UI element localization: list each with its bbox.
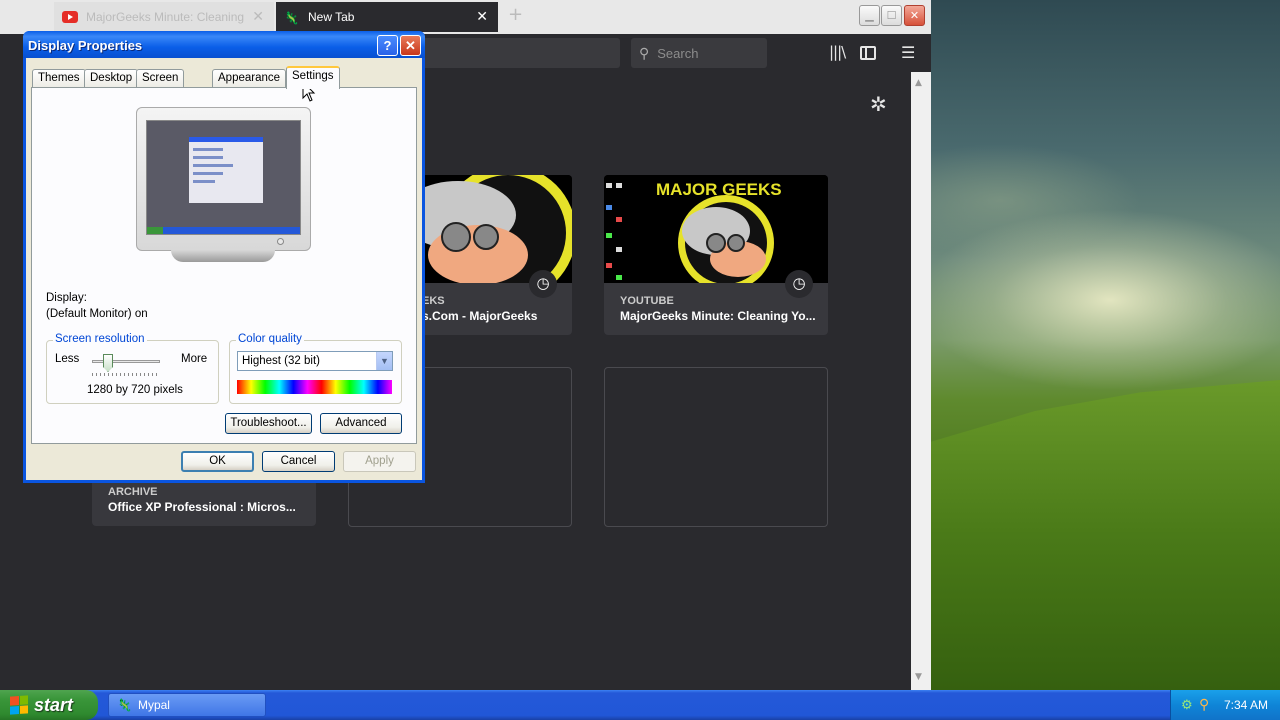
close-icon[interactable]: ✕ bbox=[476, 8, 488, 25]
monitor-screen bbox=[146, 120, 301, 235]
sidebar-icon[interactable] bbox=[860, 46, 876, 60]
tile-site: ARCHIVE bbox=[108, 486, 158, 498]
close-icon[interactable]: ✕ bbox=[252, 8, 264, 25]
dialog-titlebar[interactable]: Display Properties ? ✕ bbox=[23, 31, 425, 58]
troubleshoot-button[interactable]: Troubleshoot... bbox=[225, 413, 312, 434]
empty-site-tile[interactable] bbox=[604, 367, 828, 527]
tab-title: MajorGeeks Minute: Cleaning bbox=[86, 10, 245, 24]
tile-site: YOUTUBE bbox=[620, 295, 674, 307]
url-bar[interactable] bbox=[420, 38, 620, 68]
tab-desktop[interactable]: Desktop bbox=[84, 69, 139, 88]
apply-button[interactable]: Apply bbox=[343, 451, 416, 472]
top-site-tile[interactable]: ARCHIVE Office XP Professional : Micros.… bbox=[92, 478, 316, 526]
windows-logo-icon bbox=[10, 695, 28, 715]
clock-icon: ◷ bbox=[529, 270, 557, 298]
minimize-button[interactable]: ▁ bbox=[859, 5, 880, 26]
library-icon[interactable]: |||\ bbox=[829, 43, 846, 61]
dialog-body: Themes Desktop Screen Saver Appearance S… bbox=[26, 58, 422, 480]
mypal-icon: 🦎 bbox=[284, 11, 299, 25]
scroll-down-icon[interactable]: ▼ bbox=[915, 672, 922, 682]
tab-bar: MajorGeeks Minute: Cleaning ✕ 🦎 New Tab … bbox=[0, 0, 931, 34]
scroll-up-icon[interactable]: ▲ bbox=[915, 78, 922, 88]
color-quality-select[interactable]: Highest (32 bit) ▼ bbox=[237, 351, 393, 371]
system-tray: ⚙ ⚲ 7:34 AM bbox=[1170, 690, 1280, 720]
tile-title: s.Com - MajorGeeks bbox=[422, 309, 538, 323]
start-button[interactable]: start bbox=[0, 690, 98, 720]
search-tray-icon[interactable]: ⚲ bbox=[1199, 696, 1209, 713]
tab-screen-saver[interactable]: Screen Saver bbox=[136, 69, 185, 101]
advanced-button[interactable]: Advanced bbox=[320, 413, 402, 434]
search-icon: ⚲ bbox=[639, 44, 650, 61]
display-label: Display: bbox=[46, 292, 87, 304]
dialog-title: Display Properties bbox=[28, 38, 143, 53]
network-icon[interactable]: ⚙ bbox=[1181, 697, 1193, 713]
taskbar: start 🦎 Mypal ⚙ ⚲ 7:34 AM bbox=[0, 690, 1280, 720]
tile-site: EKS bbox=[422, 295, 445, 307]
gear-icon[interactable]: ✲ bbox=[870, 92, 887, 116]
display-properties-dialog: Display Properties ? ✕ Themes Desktop Sc… bbox=[23, 31, 425, 483]
window-close-button[interactable]: ✕ bbox=[904, 5, 925, 26]
tab-settings[interactable]: Settings bbox=[286, 66, 340, 89]
search-input[interactable]: ⚲ Search bbox=[631, 38, 767, 68]
search-placeholder: Search bbox=[657, 45, 699, 61]
screen-resolution-legend: Screen resolution bbox=[53, 333, 147, 345]
tab-themes[interactable]: Themes bbox=[32, 69, 86, 88]
new-tab-plus-icon[interactable]: + bbox=[508, 4, 523, 25]
slider-more-label: More bbox=[181, 353, 208, 365]
color-spectrum-bar bbox=[237, 380, 392, 394]
tab-title: New Tab bbox=[308, 10, 355, 24]
youtube-icon bbox=[62, 11, 78, 23]
monitor-preview bbox=[136, 107, 311, 262]
cancel-button[interactable]: Cancel bbox=[262, 451, 335, 472]
tile-title: Office XP Professional : Micros... bbox=[108, 500, 296, 514]
resolution-slider-track[interactable] bbox=[92, 360, 160, 363]
monitor-icon bbox=[136, 107, 311, 251]
color-quality-value: Highest (32 bit) bbox=[242, 355, 320, 367]
chevron-down-icon[interactable]: ▼ bbox=[376, 352, 392, 370]
resolution-value: 1280 by 720 pixels bbox=[87, 384, 183, 396]
slider-less-label: Less bbox=[55, 353, 80, 365]
mypal-icon: 🦎 bbox=[117, 698, 132, 712]
dialog-close-button[interactable]: ✕ bbox=[400, 35, 421, 56]
vertical-scrollbar[interactable]: ▲ ▼ bbox=[911, 72, 931, 690]
tab-appearance[interactable]: Appearance bbox=[212, 69, 287, 88]
tab-new-tab[interactable]: 🦎 New Tab ✕ bbox=[276, 2, 498, 32]
start-label: start bbox=[34, 694, 74, 715]
clock-icon: ◷ bbox=[785, 270, 813, 298]
site-thumbnail: MAJOR GEEKS bbox=[604, 175, 828, 291]
tile-title: MajorGeeks Minute: Cleaning Yo... bbox=[620, 309, 816, 323]
maximize-button[interactable]: ☐ bbox=[881, 5, 902, 26]
clock[interactable]: 7:34 AM bbox=[1224, 698, 1268, 712]
wallpaper-hills bbox=[930, 380, 1280, 690]
resolution-slider-thumb[interactable] bbox=[103, 354, 113, 372]
color-quality-legend: Color quality bbox=[236, 333, 304, 345]
display-value: (Default Monitor) on bbox=[46, 308, 148, 320]
menu-icon[interactable]: ☰ bbox=[901, 43, 915, 62]
settings-panel: Display: (Default Monitor) on Screen res… bbox=[31, 87, 417, 444]
ok-button[interactable]: OK bbox=[181, 451, 254, 472]
top-site-tile[interactable]: MAJOR GEEKS ◷ YOUTUBE MajorGeeks Minute:… bbox=[604, 175, 828, 335]
help-button[interactable]: ? bbox=[377, 35, 398, 56]
color-quality-group: Color quality Highest (32 bit) ▼ bbox=[229, 333, 402, 404]
tab-youtube[interactable]: MajorGeeks Minute: Cleaning ✕ bbox=[54, 2, 274, 32]
taskbar-item-mypal[interactable]: 🦎 Mypal bbox=[108, 693, 266, 717]
screen-resolution-group: Screen resolution Less More 1280 by 720 … bbox=[46, 333, 219, 404]
taskbar-item-label: Mypal bbox=[137, 698, 170, 712]
